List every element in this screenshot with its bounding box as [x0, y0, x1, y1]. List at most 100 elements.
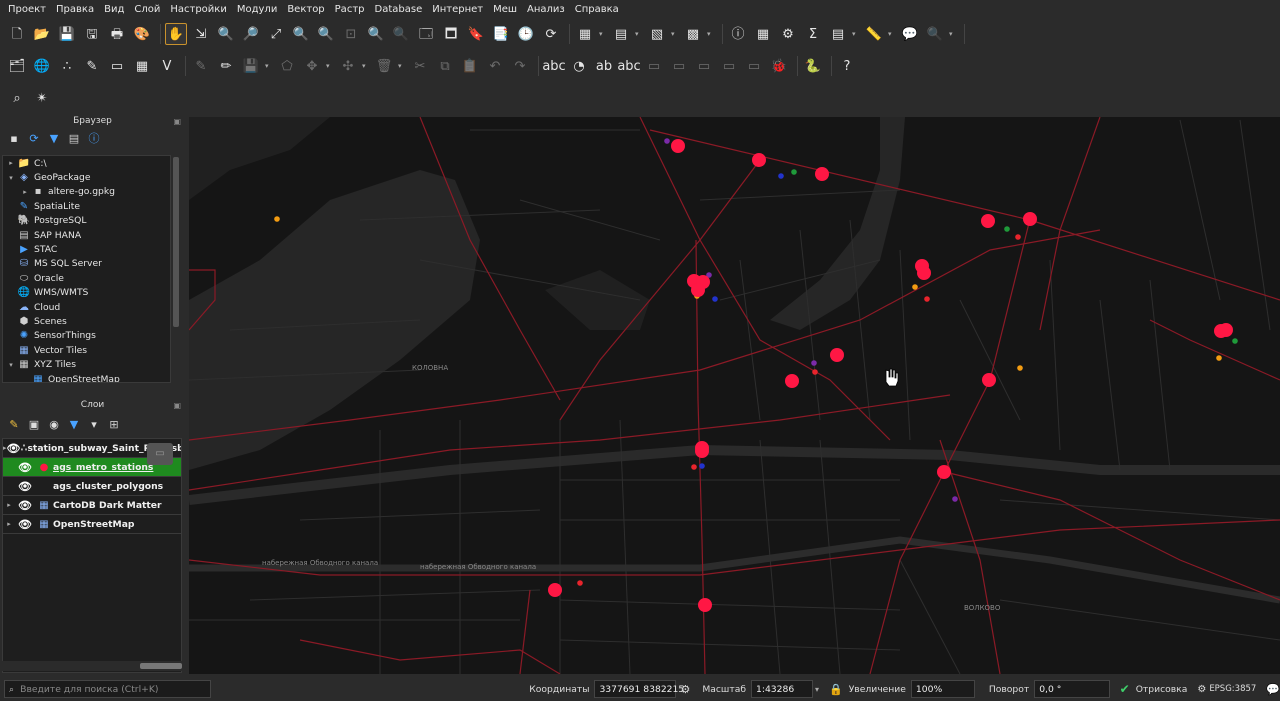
visibility-eye-icon[interactable]: 👁	[15, 518, 35, 531]
coordinate-toggle-icon[interactable]: ⚙	[680, 683, 690, 696]
scale-combobox[interactable]: 1:43286	[751, 680, 813, 698]
add-vector-icon[interactable]: ▭	[106, 55, 128, 77]
locator-search-input[interactable]: ⌕ Введите для поиска (Ctrl+K)	[4, 680, 212, 698]
subway-entrance-point[interactable]	[912, 284, 918, 290]
zoom-next-icon[interactable]: 🔍	[390, 23, 412, 45]
menu-item[interactable]: Проект	[3, 4, 51, 15]
metro-station-marker[interactable]	[815, 167, 829, 181]
toggle-edit-icon[interactable]: ✎	[190, 55, 212, 77]
select-location-icon[interactable]: ▩	[682, 23, 704, 45]
render-checkbox[interactable]: ✔	[1120, 682, 1130, 696]
metro-station-marker[interactable]	[981, 214, 995, 228]
browser-item[interactable]: ▸ 📁 C:\	[3, 156, 170, 170]
dropdown-arrow-icon[interactable]: ▾	[888, 30, 896, 38]
visibility-eye-icon[interactable]: 👁	[15, 480, 35, 493]
deselect-icon[interactable]: ▧	[646, 23, 668, 45]
style-layer-icon[interactable]: ✎	[4, 418, 24, 431]
menu-item[interactable]: Интернет	[427, 4, 488, 15]
browser-item[interactable]: ▦ OpenStreetMap	[3, 372, 170, 382]
subway-entrance-point[interactable]	[699, 463, 705, 469]
dropdown-arrow-icon[interactable]: ▾	[265, 62, 273, 70]
browser-item[interactable]: ✺ SensorThings	[3, 329, 170, 343]
panel-close-icon[interactable]: ▣	[173, 401, 181, 410]
subway-entrance-point[interactable]	[812, 369, 818, 375]
subway-entrance-point[interactable]	[1015, 234, 1021, 240]
dropdown-arrow-icon[interactable]: ▾	[635, 30, 643, 38]
menu-item[interactable]: Анализ	[522, 4, 570, 15]
refresh-icon[interactable]: ⟳	[24, 132, 44, 145]
menu-item[interactable]: Настройки	[165, 4, 231, 15]
metro-station-marker[interactable]	[917, 266, 931, 280]
toolbox-gear-icon[interactable]: ⚙	[777, 23, 799, 45]
collapse-all-icon[interactable]: ▤	[64, 132, 84, 145]
layers-horizontal-scrollbar[interactable]	[2, 661, 182, 671]
subway-entrance-point[interactable]	[691, 464, 697, 470]
metro-station-marker[interactable]	[937, 465, 951, 479]
save-edits-icon[interactable]: 💾	[240, 55, 262, 77]
zoom-selection-icon[interactable]: 🔍	[290, 23, 312, 45]
add-polygon-icon[interactable]: ⬠	[276, 55, 298, 77]
select-value-icon[interactable]: ▤	[610, 23, 632, 45]
zoom-native-icon[interactable]: ⊡	[340, 23, 362, 45]
new-3d-view-icon[interactable]: 🗖	[440, 23, 462, 45]
subway-entrance-point[interactable]	[577, 580, 583, 586]
copy-icon[interactable]: ⧉	[434, 55, 456, 77]
zoom-full-icon[interactable]: ⤢	[265, 23, 287, 45]
menu-item[interactable]: Правка	[51, 4, 99, 15]
metro-station-marker[interactable]	[982, 373, 996, 387]
dropdown-arrow-icon[interactable]: ▾	[398, 62, 406, 70]
expand-all-icon[interactable]: ⊞	[104, 418, 124, 431]
menu-item[interactable]: Справка	[570, 4, 624, 15]
new-project-icon[interactable]: 🗋	[6, 23, 28, 45]
panel-close-icon[interactable]: ▣	[173, 117, 181, 126]
show-bookmarks-icon[interactable]: 📑	[490, 23, 512, 45]
identify-icon[interactable]: ⓘ	[727, 23, 749, 45]
pan-hand-icon[interactable]: ✋	[165, 23, 187, 45]
expand-arrow-icon[interactable]: ▸	[3, 520, 15, 528]
browser-tree[interactable]: ▸ 📁 C:\ ▾ ◈ GeoPackage ▸ ▪ altere-go.gpkg ✎ Spatia…	[2, 155, 171, 383]
subway-entrance-point[interactable]	[664, 138, 670, 144]
subway-entrance-point[interactable]	[778, 173, 784, 179]
map-canvas[interactable]: КОЛОВНА ВОЛКОВО набережная Обводного канал…	[189, 117, 1280, 674]
menu-item[interactable]: Модули	[232, 4, 282, 15]
browser-item[interactable]: ▾ ▦ XYZ Tiles	[3, 357, 170, 371]
filter-icon[interactable]: ▼	[44, 132, 64, 145]
layer-item[interactable]: ▸ 👁 ▦ CartoDB Dark Matter	[3, 496, 181, 515]
properties-info-icon[interactable]: ⓘ	[84, 130, 104, 146]
pan-to-selection-icon[interactable]: ⇲	[190, 23, 212, 45]
browser-item[interactable]: ⬭ Oracle	[3, 271, 170, 285]
menu-item[interactable]: Database	[370, 4, 428, 15]
digitize-points-icon[interactable]: ∴	[56, 55, 78, 77]
print-layout-icon[interactable]: 🖶	[106, 23, 128, 45]
expand-arrow-icon[interactable]: ▾	[5, 361, 17, 369]
subway-entrance-point[interactable]	[791, 169, 797, 175]
menu-item[interactable]: Растр	[330, 4, 370, 15]
redo-icon[interactable]: ↷	[509, 55, 531, 77]
layer-item[interactable]: 👁 ags_cluster_polygons	[3, 477, 181, 496]
expand-arrow-icon[interactable]: ▸	[19, 188, 31, 196]
dropdown-arrow-icon[interactable]: ▾	[949, 30, 957, 38]
save-project-icon[interactable]: 💾	[56, 23, 78, 45]
label-move-icon[interactable]: ▭	[643, 55, 665, 77]
paste-icon[interactable]: 📋	[459, 55, 481, 77]
dropdown-arrow-icon[interactable]: ▾	[326, 62, 334, 70]
metro-station-marker[interactable]	[752, 153, 766, 167]
statistics-sigma-icon[interactable]: Σ	[802, 23, 824, 45]
visibility-eye-icon[interactable]: 👁	[7, 442, 21, 455]
metro-station-marker[interactable]	[698, 598, 712, 612]
cut-icon[interactable]: ✂	[409, 55, 431, 77]
subway-entrance-point[interactable]	[952, 496, 958, 502]
coordinates-field[interactable]: 3377691 8382215	[594, 680, 684, 698]
subway-entrance-point[interactable]	[1232, 338, 1238, 344]
locator-search-icon[interactable]: 🔍	[924, 23, 946, 45]
georeferencer-icon[interactable]: ✴	[31, 87, 53, 109]
messages-icon[interactable]: 💬	[1266, 683, 1280, 696]
menu-item[interactable]: Слой	[129, 4, 165, 15]
add-selected-icon[interactable]: ▪	[4, 132, 24, 145]
subway-entrance-point[interactable]	[811, 360, 817, 366]
subway-entrance-point[interactable]	[924, 296, 930, 302]
zoom-layer-icon[interactable]: 🔍	[315, 23, 337, 45]
metro-station-marker[interactable]	[548, 583, 562, 597]
filter-expression-icon[interactable]: ▾	[84, 418, 104, 431]
new-map-view-icon[interactable]: 🗔	[415, 23, 437, 45]
